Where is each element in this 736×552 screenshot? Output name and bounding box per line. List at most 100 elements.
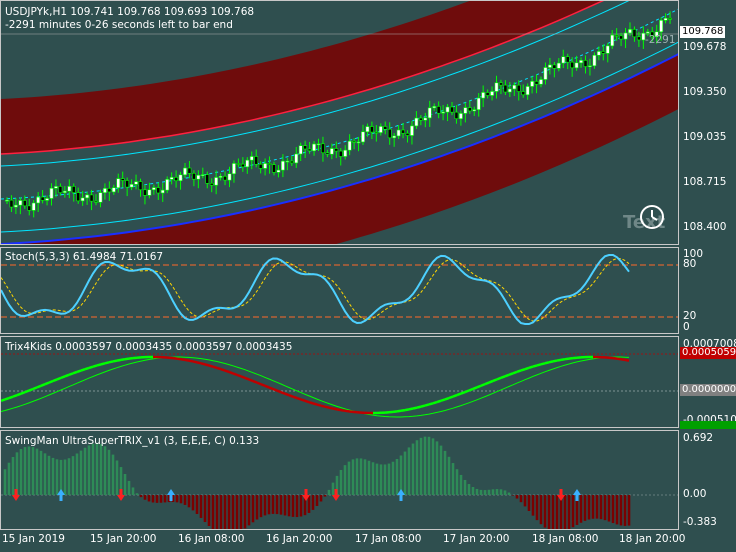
trix-main-segment [424, 403, 430, 407]
price-chart-pane[interactable]: USDJPYk,H1 109.741 109.768 109.693 109.7… [0, 0, 679, 245]
swing-label: 0.00 [683, 488, 707, 500]
bull-candle [214, 177, 219, 186]
histogram-bar-down [551, 495, 555, 529]
swingman-pane[interactable]: SwingMan UltraSuperTRIX_v1 (3, E,E,E, C)… [0, 430, 679, 530]
histogram-bar-down [191, 495, 195, 511]
trix-pane[interactable]: Trix4Kids 0.0003597 0.0003435 0.0003597 … [0, 336, 679, 428]
histogram-bar-up [475, 488, 479, 495]
histogram-bar-down [599, 495, 603, 520]
trix-main-segment [440, 398, 446, 402]
stochastic-pane[interactable]: Stoch(5,3,3) 61.4984 71.0167 [0, 247, 679, 334]
trix-main-segment [268, 386, 274, 391]
bull-candle [36, 196, 41, 204]
histogram-bar-up [495, 489, 499, 495]
trix-main-segment [484, 381, 490, 386]
time-label: 15 Jan 20:00 [90, 533, 157, 545]
time-label: 16 Jan 20:00 [266, 533, 333, 545]
trix-main-segment [176, 357, 182, 361]
price-label: 108.400 [683, 221, 727, 233]
bear-candle [76, 192, 81, 202]
trix-scale: 0.0007008 0.0005059 0.0000000 -0.0005107 [680, 336, 736, 428]
histogram-bar-down [555, 495, 559, 529]
bull-candle [574, 62, 579, 69]
histogram-bar-down [603, 495, 607, 521]
bear-candle [338, 150, 343, 157]
trix-main-segment [400, 408, 406, 413]
histogram-bar-up [27, 446, 31, 495]
time-label: 17 Jan 08:00 [355, 533, 422, 545]
histogram-bar-down [315, 495, 319, 506]
time-axis: 15 Jan 2019 15 Jan 20:00 16 Jan 08:00 16… [0, 530, 736, 552]
trix-main-segment [548, 360, 554, 364]
histogram-bar-up [363, 459, 367, 495]
bear-candle [107, 188, 112, 193]
bear-candle [405, 132, 410, 136]
bull-candle [151, 187, 156, 191]
trix-main-segment [208, 364, 214, 368]
histogram-bar-down [159, 495, 163, 503]
histogram-bar-up [451, 463, 455, 495]
bull-candle [525, 86, 530, 96]
trix-value-tag: 0.0005059 [680, 347, 736, 359]
histogram-bar-down [623, 495, 627, 526]
trix-main-segment [520, 367, 526, 372]
histogram-bar-up [375, 463, 379, 495]
trix-main-segment [336, 408, 342, 412]
histogram-bar-up [7, 462, 11, 495]
histogram-bar-down [611, 495, 615, 524]
clock-icon[interactable] [639, 204, 665, 230]
bull-candle [410, 125, 414, 136]
trix-main-segment [416, 405, 422, 409]
histogram-bar-up [503, 490, 507, 495]
histogram-bar-down [235, 495, 239, 529]
trix-main-segment [344, 409, 350, 413]
trix-main-segment [488, 379, 494, 384]
bull-candle [556, 62, 561, 69]
bull-candle [232, 163, 236, 175]
trix-main-segment [36, 384, 42, 389]
stochastic-title: Stoch(5,3,3) 61.4984 71.0167 [5, 251, 164, 263]
trix-main-segment [544, 361, 550, 365]
histogram-bar-down [587, 495, 591, 520]
histogram-bar-down [183, 495, 187, 505]
histogram-bar-up [439, 445, 443, 495]
bear-candle [27, 205, 32, 211]
histogram-bar-up [95, 443, 99, 495]
trix-main-segment [472, 386, 478, 391]
trix-main-segment [184, 358, 190, 362]
bull-candle [129, 184, 134, 188]
histogram-bar-down [595, 495, 599, 519]
bull-candle [298, 145, 303, 155]
bull-candle [414, 117, 419, 127]
time-label: 15 Jan 2019 [2, 533, 65, 545]
histogram-bar-up [15, 452, 19, 495]
trix-main-segment [88, 365, 94, 370]
histogram-bar-up [79, 450, 83, 495]
histogram-bar-down [243, 495, 247, 529]
trix-main-segment [72, 370, 78, 375]
bull-candle [5, 199, 9, 202]
bear-candle [387, 128, 392, 139]
histogram-bar-down [195, 495, 199, 514]
trix-main-segment [84, 366, 90, 371]
trix-main-segment [616, 357, 622, 361]
histogram-bar-down [543, 495, 547, 528]
bull-candle [445, 106, 450, 113]
bull-candle [45, 198, 49, 201]
trix-main-segment [540, 362, 546, 366]
bear-candle [352, 140, 357, 143]
bull-candle [463, 107, 468, 114]
bull-candle [103, 188, 107, 193]
trix-main-segment [276, 389, 282, 394]
trix-main-segment [16, 392, 22, 397]
trix-main-segment [64, 373, 70, 378]
trix-main-segment [308, 400, 314, 405]
trix-main-segment [260, 383, 266, 387]
bear-candle [369, 126, 374, 133]
trix-main-segment [248, 378, 254, 383]
trix-main-segment [412, 406, 418, 410]
histogram-bar-up [55, 459, 59, 495]
bear-candle [565, 56, 570, 63]
bull-candle [62, 190, 67, 193]
bear-candle [521, 91, 526, 96]
